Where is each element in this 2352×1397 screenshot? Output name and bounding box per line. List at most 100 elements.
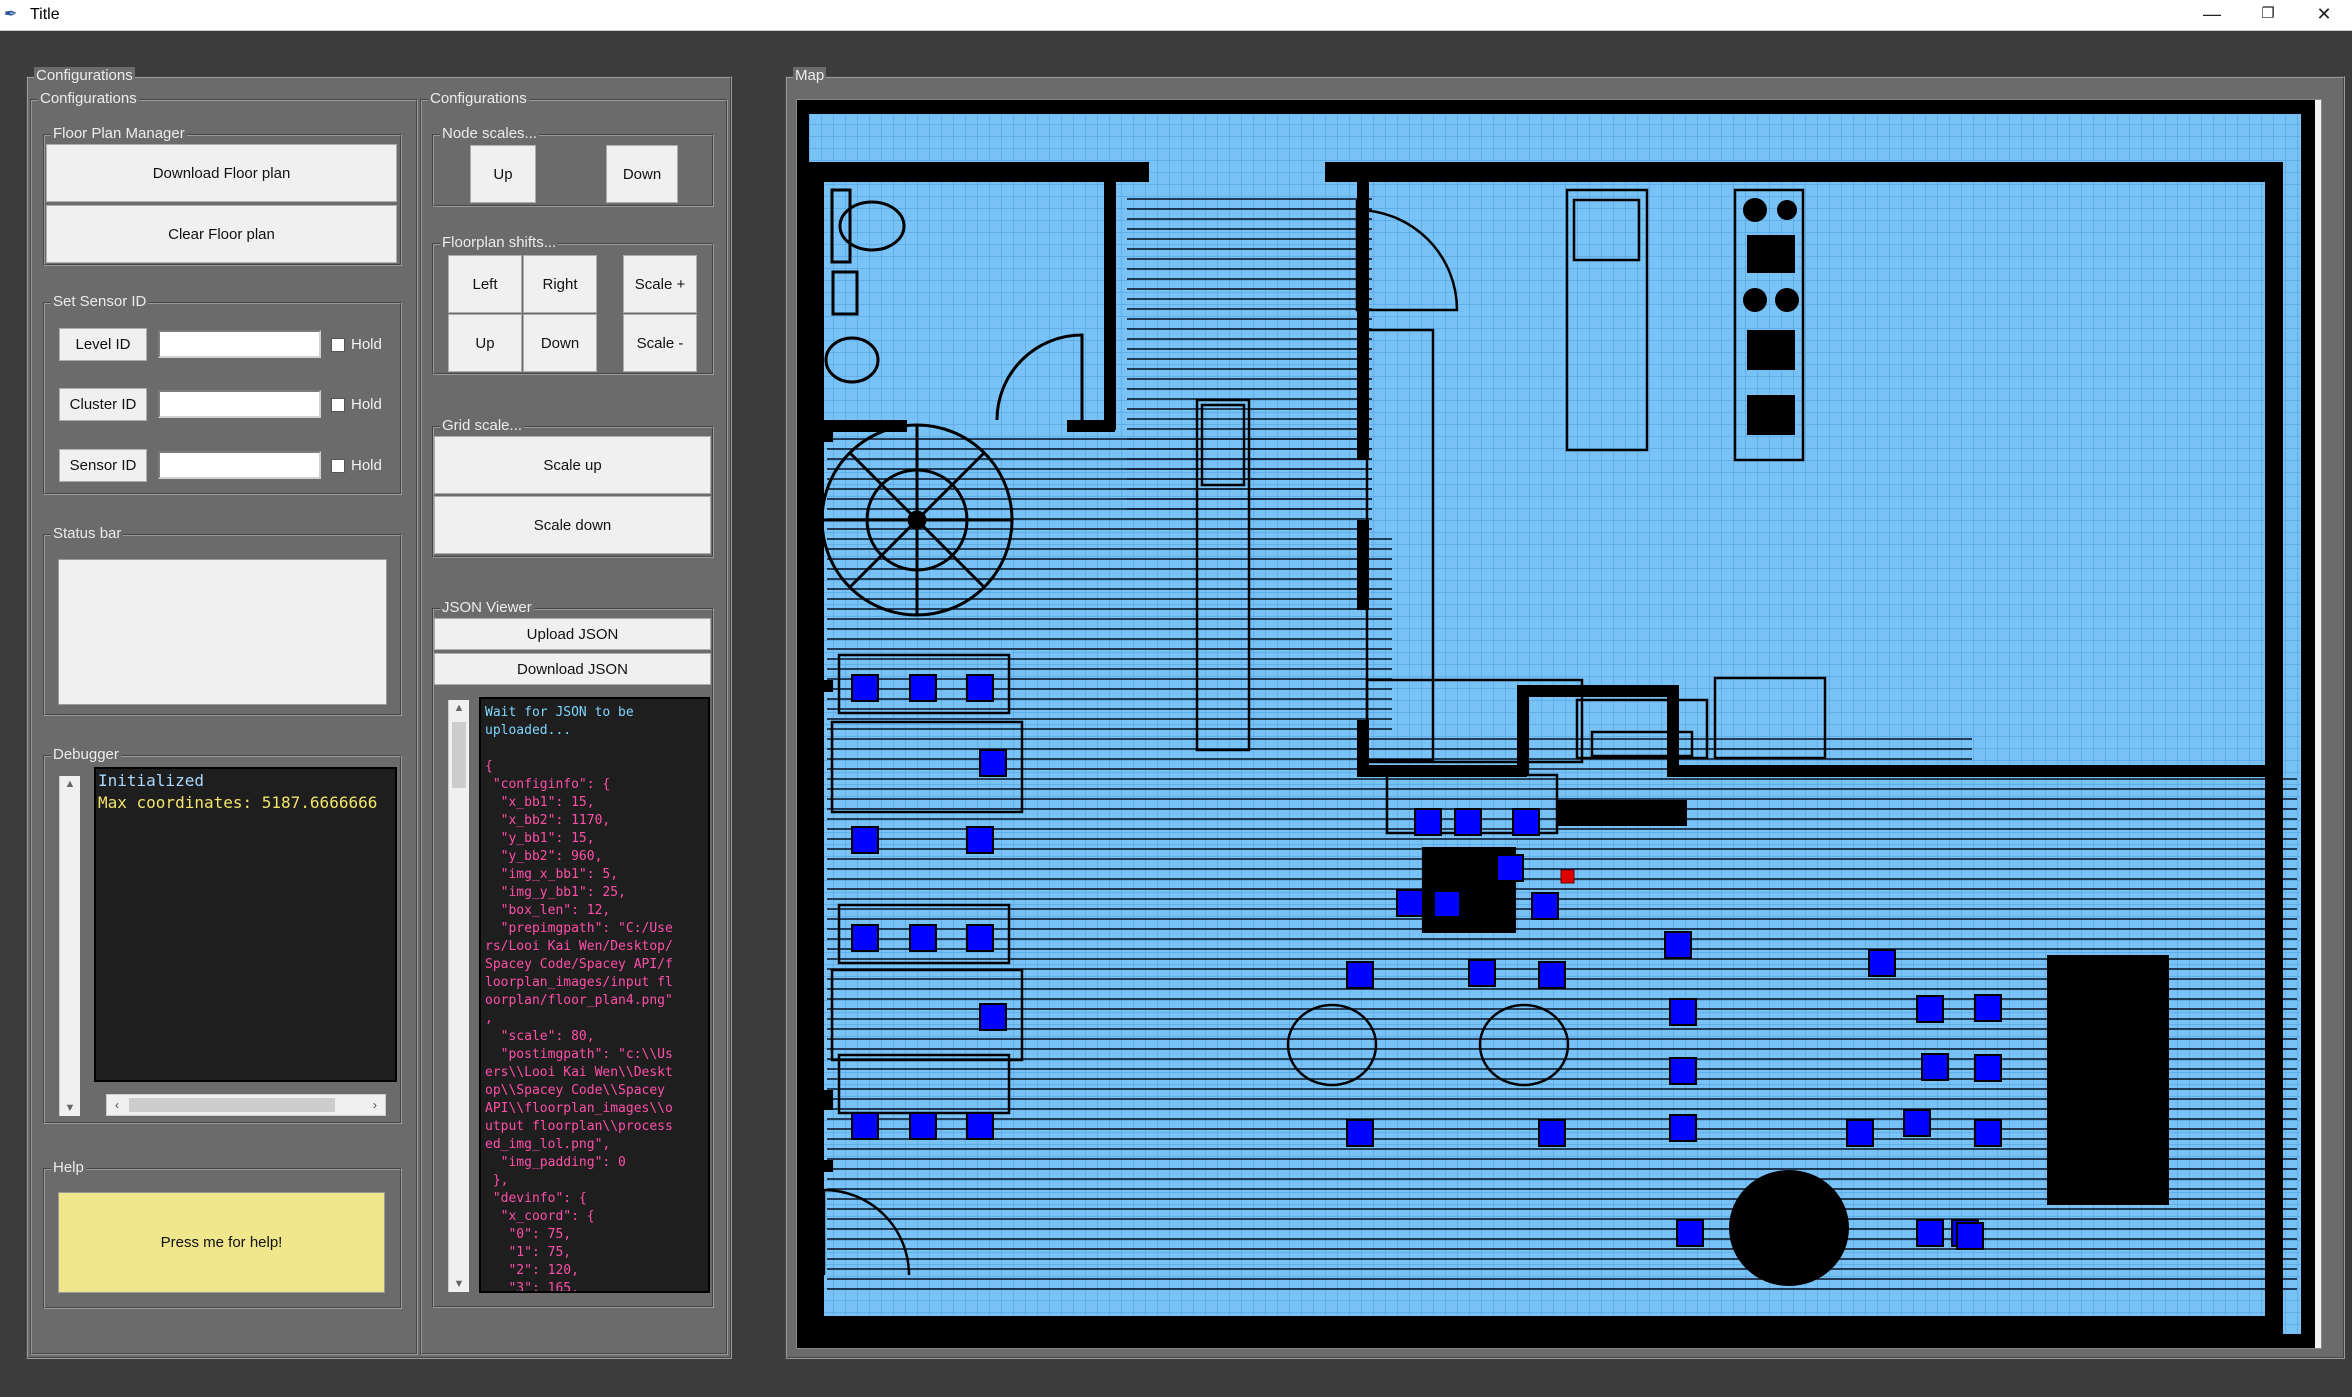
sensor-node[interactable] <box>851 826 879 854</box>
sensor-node[interactable] <box>1916 1219 1944 1247</box>
sensor-node[interactable] <box>979 1003 1007 1031</box>
sensor-node[interactable] <box>1846 1119 1874 1147</box>
sensor-node[interactable] <box>1346 1119 1374 1147</box>
sensor-node[interactable] <box>1903 1109 1931 1137</box>
sensor-node[interactable] <box>1396 889 1424 917</box>
cluster-id-input[interactable] <box>158 390 321 418</box>
sensor-id-input[interactable] <box>158 451 321 479</box>
shift-right-button[interactable]: Right <box>523 255 597 313</box>
sensor-node[interactable] <box>966 924 994 952</box>
download-floor-plan-button[interactable]: Download Floor plan <box>46 144 397 202</box>
sensor-id-hold-checkbox[interactable]: Hold <box>331 457 382 474</box>
close-button[interactable]: ✕ <box>2296 0 2352 30</box>
map-canvas[interactable] <box>795 99 2322 1349</box>
sensor-node[interactable] <box>979 749 1007 777</box>
shift-down-button[interactable]: Down <box>523 314 597 372</box>
sensor-node[interactable] <box>1916 995 1944 1023</box>
json-line: op\\Spacey Code\\Spacey <box>485 1083 666 1098</box>
level-id-input[interactable] <box>158 330 321 358</box>
json-viewer-label: JSON Viewer <box>440 599 534 617</box>
json-line: "1": 75, <box>485 1245 572 1260</box>
scroll-left-icon[interactable]: ‹ <box>107 1095 127 1115</box>
sensor-node[interactable] <box>966 674 994 702</box>
scroll-down-icon[interactable]: ▼ <box>60 1102 80 1114</box>
node-scale-down-button[interactable]: Down <box>606 145 678 203</box>
scroll-thumb[interactable] <box>452 722 466 788</box>
sensor-node[interactable] <box>909 674 937 702</box>
json-line: "configinfo": { <box>485 777 611 792</box>
level-id-button[interactable]: Level ID <box>59 328 147 361</box>
json-line: "2": 120, <box>485 1263 579 1278</box>
sensor-node[interactable] <box>1414 808 1442 836</box>
help-button[interactable]: Press me for help! <box>58 1192 385 1293</box>
json-vertical-scrollbar[interactable]: ▲ ▼ <box>448 700 469 1292</box>
grid-scale-down-button[interactable]: Scale down <box>434 496 711 554</box>
sensor-node[interactable] <box>1538 961 1566 989</box>
sensor-node[interactable] <box>1974 994 2002 1022</box>
checkbox-box[interactable] <box>331 458 345 473</box>
minimize-button[interactable]: — <box>2184 0 2240 30</box>
sensor-node[interactable] <box>909 1112 937 1140</box>
scroll-down-icon[interactable]: ▼ <box>449 1278 469 1290</box>
sensor-node[interactable] <box>1496 854 1524 882</box>
json-line: "img_y_bb1": 25, <box>485 885 626 900</box>
sensor-node[interactable] <box>1669 998 1697 1026</box>
download-json-button[interactable]: Download JSON <box>434 653 711 685</box>
cluster-id-hold-checkbox[interactable]: Hold <box>331 396 382 413</box>
sensor-node[interactable] <box>1531 892 1559 920</box>
scroll-up-icon[interactable]: ▲ <box>449 702 469 714</box>
sensor-node[interactable] <box>966 826 994 854</box>
sensor-node[interactable] <box>851 924 879 952</box>
sensor-node[interactable] <box>1676 1219 1704 1247</box>
floor-plan-map[interactable] <box>795 100 2321 1348</box>
scale-plus-button[interactable]: Scale + <box>623 255 697 313</box>
json-line: Spacey Code/Spacey API/f <box>485 957 673 972</box>
sensor-node[interactable] <box>851 1112 879 1140</box>
checkbox-box[interactable] <box>331 397 345 412</box>
sensor-node[interactable] <box>1664 931 1692 959</box>
sensor-node[interactable] <box>1346 961 1374 989</box>
restore-button[interactable]: ❐ <box>2240 0 2296 30</box>
sensor-node[interactable] <box>966 1112 994 1140</box>
help-label: Help <box>51 1159 86 1177</box>
node-scale-up-button[interactable]: Up <box>470 145 536 203</box>
selected-node-marker[interactable] <box>1560 869 1575 884</box>
sensor-node[interactable] <box>1433 890 1461 918</box>
sensor-node[interactable] <box>909 924 937 952</box>
sensor-node[interactable] <box>1669 1057 1697 1085</box>
sensor-node[interactable] <box>1538 1119 1566 1147</box>
json-line: "scale": 80, <box>485 1029 595 1044</box>
scroll-thumb[interactable] <box>129 1098 335 1112</box>
shift-left-button[interactable]: Left <box>448 255 522 313</box>
debugger-console[interactable]: Initialized Max coordinates: 5187.666666… <box>94 767 397 1082</box>
json-line: "0": 75, <box>485 1227 572 1242</box>
sensor-id-button[interactable]: Sensor ID <box>59 449 147 482</box>
left-configurations-frame: Configurations <box>30 90 418 1355</box>
sensor-node[interactable] <box>1974 1119 2002 1147</box>
cluster-id-button[interactable]: Cluster ID <box>59 388 147 421</box>
shift-up-button[interactable]: Up <box>448 314 522 372</box>
sensor-node[interactable] <box>1956 1222 1984 1250</box>
sensor-node[interactable] <box>1921 1053 1949 1081</box>
scroll-up-icon[interactable]: ▲ <box>60 778 80 790</box>
json-text-view[interactable]: Wait for JSON to be uploaded... { "configi… <box>479 697 710 1293</box>
scale-minus-button[interactable]: Scale - <box>623 314 697 372</box>
clear-floor-plan-button[interactable]: Clear Floor plan <box>46 205 397 263</box>
json-line: "y_bb1": 15, <box>485 831 595 846</box>
checkbox-box[interactable] <box>331 337 345 352</box>
sensor-node[interactable] <box>1868 949 1896 977</box>
sensor-node[interactable] <box>1669 1114 1697 1142</box>
grid-scale-up-button[interactable]: Scale up <box>434 436 711 494</box>
debugger-horizontal-scrollbar[interactable]: ‹ › <box>106 1094 386 1116</box>
level-id-hold-checkbox[interactable]: Hold <box>331 336 382 353</box>
debugger-vertical-scrollbar[interactable]: ▲ ▼ <box>59 776 80 1116</box>
upload-json-button[interactable]: Upload JSON <box>434 618 711 650</box>
hold-label: Hold <box>351 396 382 413</box>
scroll-right-icon[interactable]: › <box>365 1095 385 1115</box>
sensor-node[interactable] <box>1974 1054 2002 1082</box>
json-line: }, <box>485 1173 509 1188</box>
sensor-node[interactable] <box>1512 808 1540 836</box>
sensor-node[interactable] <box>1454 808 1482 836</box>
sensor-node[interactable] <box>851 674 879 702</box>
sensor-node[interactable] <box>1468 959 1496 987</box>
